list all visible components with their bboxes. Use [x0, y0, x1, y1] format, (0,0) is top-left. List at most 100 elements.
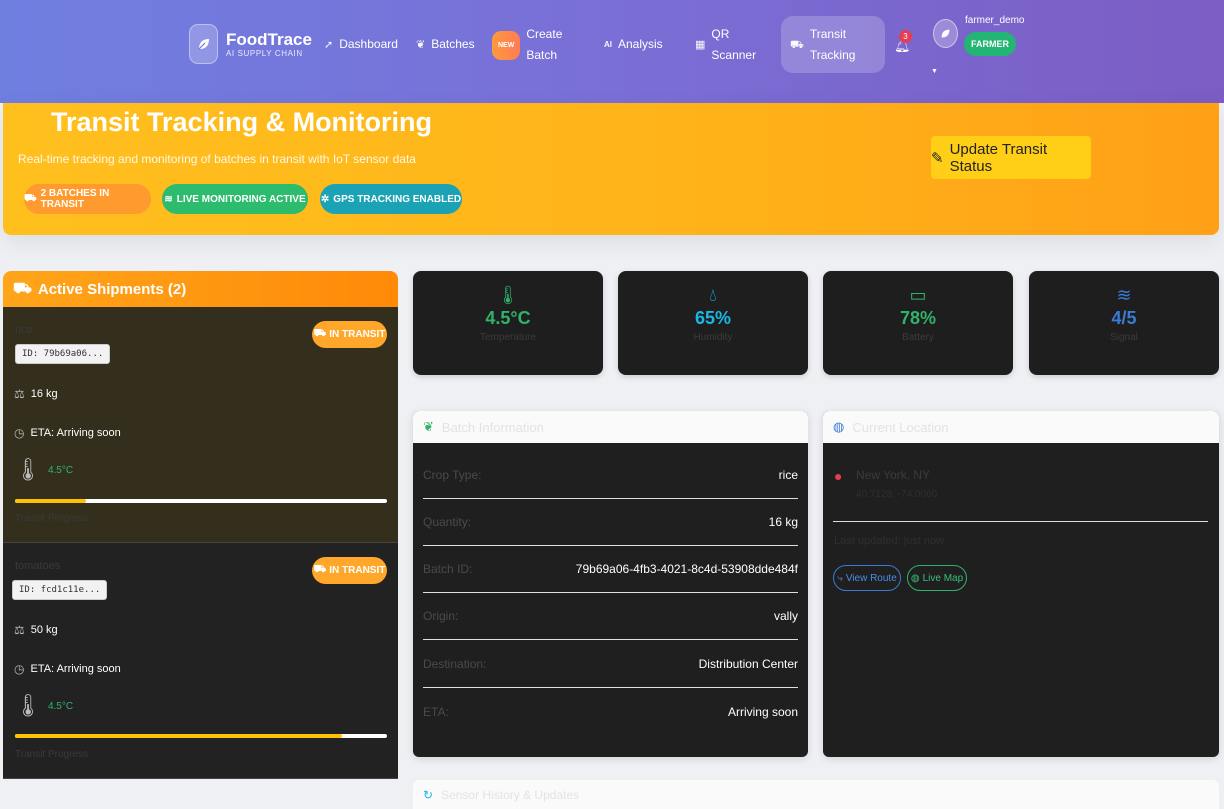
info-value: 79b69a06-4fb3-4021-8c4d-53908dde484f: [575, 562, 798, 576]
chip-label: GPS TRACKING ENABLED: [333, 193, 462, 205]
battery-metric: ▭ 78% Battery: [823, 271, 1013, 375]
info-row-destination: Destination: Distribution Center: [423, 641, 798, 688]
shipment-temperature: 🌡︎ 4.5°C: [14, 457, 73, 483]
rocket-icon: ➚: [324, 38, 334, 51]
satellite-icon: ✲: [320, 193, 330, 205]
chip-label: LIVE MONITORING ACTIVE: [176, 193, 306, 205]
truck-icon: ⛟: [313, 328, 327, 339]
location-coordinates: 40.7128, -74.0060: [856, 489, 938, 500]
sensor-history-card: ↻ Sensor History & Updates: [413, 780, 1219, 809]
active-shipments-panel: ⛟ Active Shipments (2) rice ID: 79b69a06…: [3, 271, 398, 809]
clock-icon: ◷: [14, 662, 25, 676]
weight-icon: ⚖: [14, 623, 25, 637]
metric-label: Humidity: [693, 332, 733, 343]
humidity-metric: 💧︎ 65% Humidity: [618, 271, 808, 375]
info-row-quantity: Quantity: 16 kg: [423, 499, 798, 546]
info-key: Crop Type:: [423, 468, 482, 482]
chevron-down-icon[interactable]: ▼: [931, 68, 938, 75]
clock-icon: ◷: [14, 426, 25, 440]
temperature-value: 4.5°C: [47, 464, 74, 476]
card-title: Current Location: [852, 419, 949, 435]
page-subtitle: Real-time tracking and monitoring of bat…: [18, 152, 416, 166]
current-location-header: ◍ Current Location: [823, 411, 1219, 443]
card-title: Sensor History & Updates: [441, 787, 580, 802]
gps-tracking-chip: ✲ GPS TRACKING ENABLED: [320, 184, 462, 214]
nav-batches[interactable]: ❦ Batches: [416, 37, 475, 51]
signal-metric: ≋ 4/5 Signal: [1029, 271, 1219, 375]
transit-progress-bar: [15, 499, 387, 503]
shipment-card[interactable]: rice ID: 79b69a06... ⛟ IN TRANSIT ⚖ 16 k…: [3, 307, 398, 543]
nav-qr-label-2: Scanner: [711, 48, 757, 62]
location-city: New York, NY: [856, 468, 931, 482]
nav-transit-content[interactable]: ⛟ Transit Tracking: [790, 24, 855, 66]
view-route-label: View Route: [845, 572, 897, 584]
nav-create-label-1: Create: [526, 27, 563, 41]
brand[interactable]: FoodTrace AI SUPPLY CHAIN: [189, 24, 312, 64]
info-key: Origin:: [423, 609, 459, 623]
quantity-value: 16 kg: [30, 388, 58, 400]
battery-icon: ▭: [909, 285, 927, 305]
truck-icon: ⛟: [13, 279, 32, 297]
nav-create-batch[interactable]: NEW Create Batch: [492, 24, 562, 66]
brand-tagline: AI SUPPLY CHAIN: [226, 48, 303, 58]
nav-qr-scanner[interactable]: ▦ QR Scanner: [695, 24, 756, 66]
history-icon: ↻: [423, 787, 434, 802]
droplet-icon: 💧︎: [709, 285, 717, 305]
thermometer-icon: 🌡︎: [14, 693, 42, 718]
top-navbar: FoodTrace AI SUPPLY CHAIN ➚ Dashboard ❦ …: [0, 0, 1224, 103]
info-value: Distribution Center: [698, 657, 798, 671]
nav-batches-label: Batches: [431, 37, 475, 51]
wifi-icon: ≋: [164, 193, 173, 205]
seedling-icon: ❦: [416, 38, 426, 51]
globe-icon: ◍: [833, 419, 845, 434]
notification-count-badge: 3: [899, 30, 912, 43]
status-label: IN TRANSIT: [329, 565, 386, 576]
location-last-updated: Last updated: just now: [834, 535, 945, 547]
nav-dashboard[interactable]: ➚ Dashboard: [324, 37, 398, 51]
info-key: ETA:: [423, 704, 449, 719]
ai-badge-icon: AI: [604, 39, 612, 49]
avatar[interactable]: [933, 19, 958, 48]
new-badge: NEW: [492, 30, 521, 60]
view-route-button[interactable]: ⤷ View Route: [833, 565, 901, 591]
active-shipments-title: Active Shipments (2): [37, 280, 187, 298]
info-key: Destination:: [423, 657, 487, 671]
qr-code-icon: ▦: [695, 38, 706, 51]
brand-name: FoodTrace: [226, 29, 312, 49]
info-value: 16 kg: [768, 515, 798, 529]
nav-transit-label-1: Transit: [809, 27, 847, 41]
shipment-card[interactable]: tomatoes ID: fcd1c11e... ⛟ IN TRANSIT ⚖ …: [3, 543, 398, 779]
eta-value: ETA: Arriving soon: [30, 663, 121, 675]
page-title: Transit Tracking & Monitoring: [51, 107, 433, 137]
hero-banner: Transit Tracking & Monitoring Real-time …: [3, 103, 1219, 235]
divider: [833, 521, 1208, 522]
live-monitoring-chip: ≋ LIVE MONITORING ACTIVE: [162, 184, 308, 214]
wifi-icon: ≋: [1116, 285, 1132, 305]
card-title: Batch Information: [441, 419, 544, 435]
eta-value: ETA: Arriving soon: [30, 427, 121, 439]
update-transit-status-button[interactable]: ✎ Update Transit Status: [931, 136, 1091, 179]
quantity-value: 50 kg: [30, 624, 58, 636]
temperature-value: 4.5°C: [47, 700, 74, 712]
info-row-crop-type: Crop Type: rice: [423, 452, 798, 499]
live-map-button[interactable]: ◍ Live Map: [907, 565, 967, 591]
shipment-temperature: 🌡︎ 4.5°C: [14, 693, 73, 719]
nav-dashboard-label: Dashboard: [339, 37, 398, 51]
info-row-eta: ETA: Arriving soon: [423, 688, 798, 735]
progress-label: Transit Progress: [15, 749, 88, 760]
metric-label: Battery: [902, 332, 934, 343]
status-label: IN TRANSIT: [329, 329, 386, 340]
shipment-id: ID: 79b69a06...: [15, 344, 111, 364]
shipment-id: ID: fcd1c11e...: [12, 580, 108, 600]
transit-progress-bar: [15, 734, 387, 738]
info-row-origin: Origin: vally: [423, 593, 798, 640]
thermometer-icon: 🌡︎: [14, 457, 42, 482]
progress-label: Transit Progress: [15, 513, 88, 524]
current-location-card: ◍ Current Location ● New York, NY 40.712…: [823, 411, 1219, 757]
truck-icon: ⛟: [790, 38, 804, 51]
shipment-eta: ◷ ETA: Arriving soon: [14, 662, 121, 676]
username: farmer_demo: [965, 15, 1025, 26]
nav-analysis[interactable]: AI Analysis: [604, 37, 663, 51]
truck-icon: ⛟: [24, 192, 37, 204]
live-map-label: Live Map: [922, 572, 964, 584]
